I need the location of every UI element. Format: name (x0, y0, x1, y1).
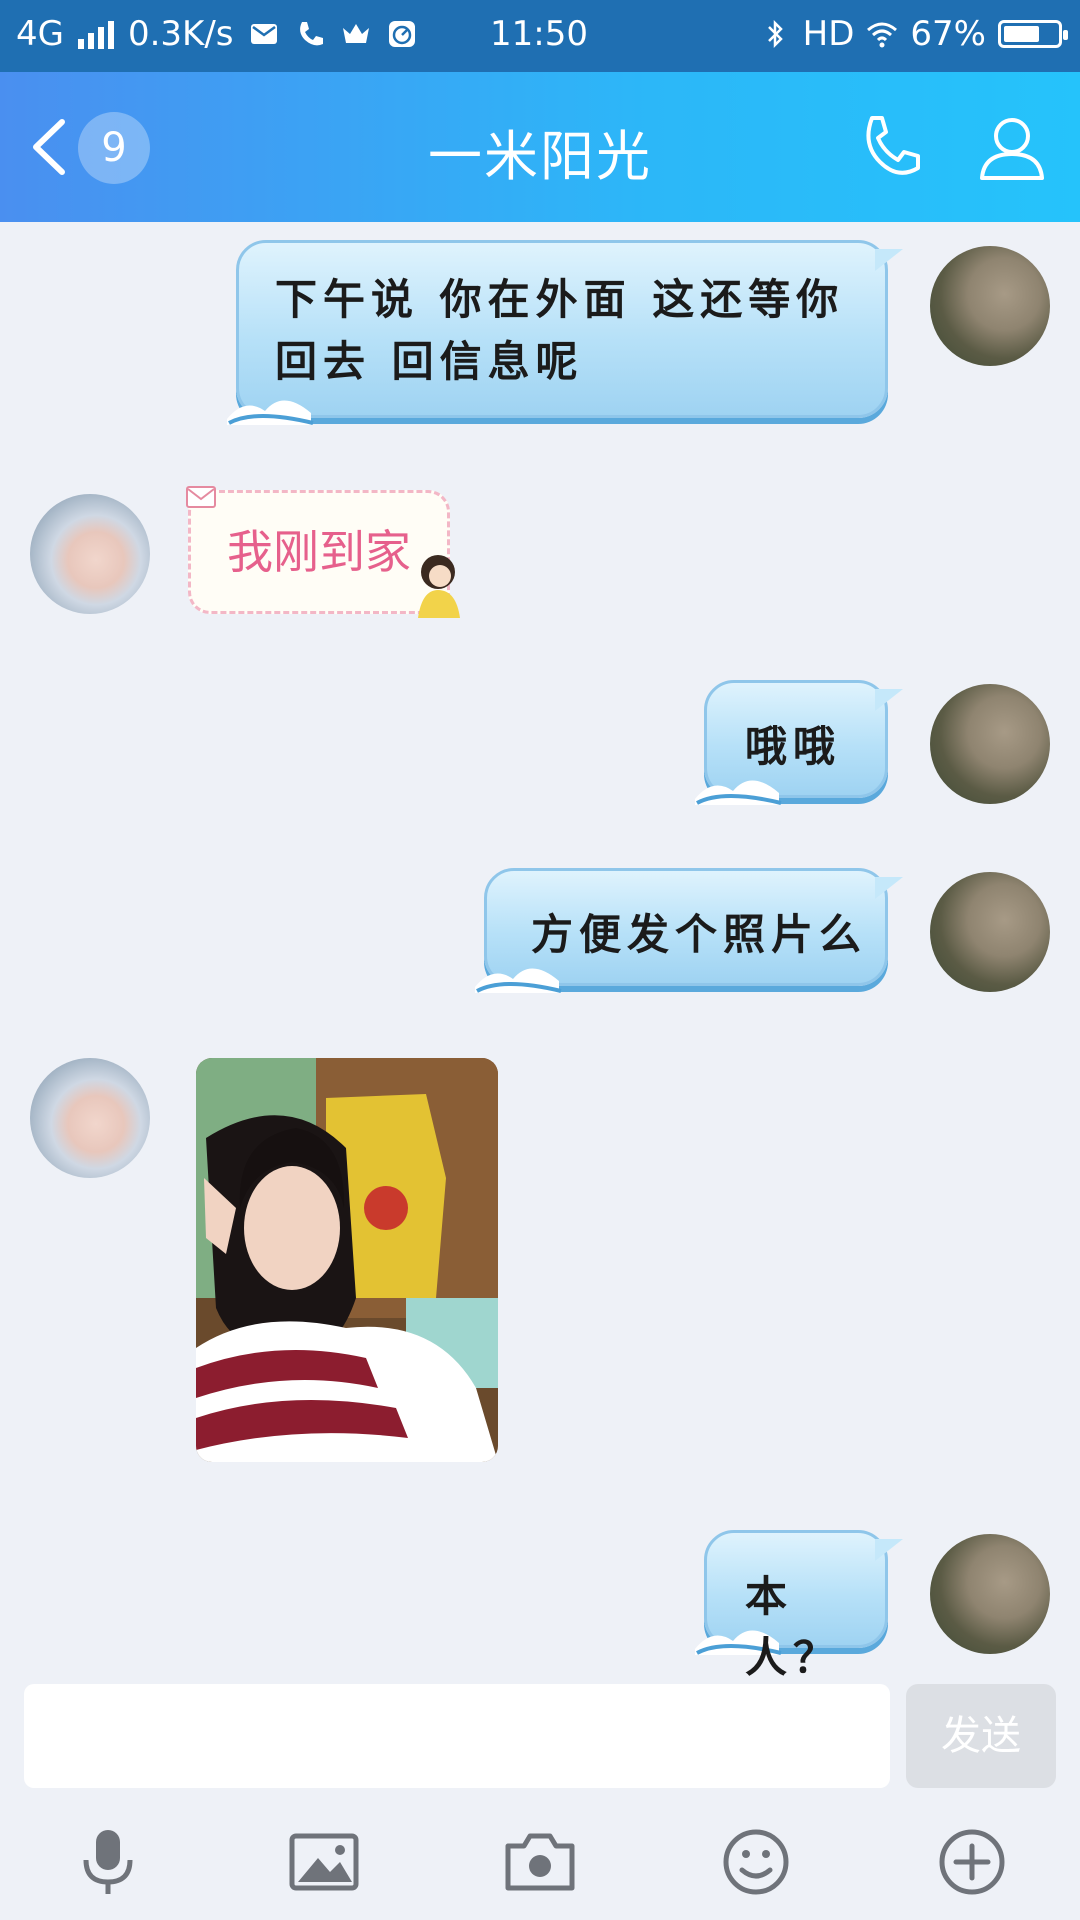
message-bubble-outgoing[interactable]: 方便发个照片么 (475, 868, 903, 993)
wifi-icon (867, 22, 898, 48)
mail-icon (250, 24, 277, 44)
clock: 11:50 (490, 14, 588, 54)
camera-icon[interactable] (500, 1822, 580, 1902)
send-button[interactable]: 发送 (906, 1684, 1056, 1788)
message-text: 哦哦 (745, 722, 842, 771)
message-text: 方便发个照片么 (531, 910, 868, 959)
status-bar: 4G 0.3K/s 11:50 HD 67% (0, 0, 1080, 72)
signal-icon (77, 19, 114, 49)
message-bubble-outgoing[interactable]: 本人？ (695, 1530, 903, 1682)
battery-icon (998, 20, 1068, 48)
network-speed: 0.3K/s (127, 14, 234, 54)
my-avatar[interactable] (930, 872, 1050, 992)
girl-sticker-icon (418, 555, 460, 618)
message-text-line: 下午说 你在外面 这还等你 (275, 275, 845, 324)
my-avatar[interactable] (930, 684, 1050, 804)
phone-call-icon[interactable] (854, 110, 930, 186)
hd-indicator: HD (802, 14, 855, 54)
message-bubble-outgoing[interactable]: 下午说 你在外面 这还等你 回去 回信息呢 (227, 240, 903, 425)
bluetooth-icon (767, 19, 783, 49)
message-bubble-outgoing[interactable]: 哦哦 (695, 680, 903, 805)
my-avatar[interactable] (930, 246, 1050, 366)
my-avatar[interactable] (930, 1534, 1050, 1654)
speedometer-icon (388, 21, 415, 47)
image-icon[interactable] (284, 1822, 364, 1902)
chat-header: 9 一米阳光 (0, 72, 1080, 222)
envelope-icon (186, 486, 216, 508)
plus-icon[interactable] (932, 1822, 1012, 1902)
emoji-icon[interactable] (716, 1822, 796, 1902)
contact-avatar[interactable] (30, 494, 150, 614)
call-notification-icon (299, 22, 323, 46)
microphone-icon[interactable] (68, 1822, 148, 1902)
message-text-line: 回去 回信息呢 (275, 337, 584, 386)
message-text: 本人？ (745, 1572, 842, 1682)
battery-percent: 67% (910, 14, 986, 54)
profile-icon[interactable] (974, 110, 1050, 186)
network-type: 4G (16, 14, 64, 54)
photo-image (196, 1058, 498, 1462)
contact-avatar[interactable] (30, 1058, 150, 1178)
shared-photo[interactable] (196, 1058, 498, 1462)
message-input[interactable] (24, 1684, 890, 1788)
crown-icon (342, 24, 369, 43)
